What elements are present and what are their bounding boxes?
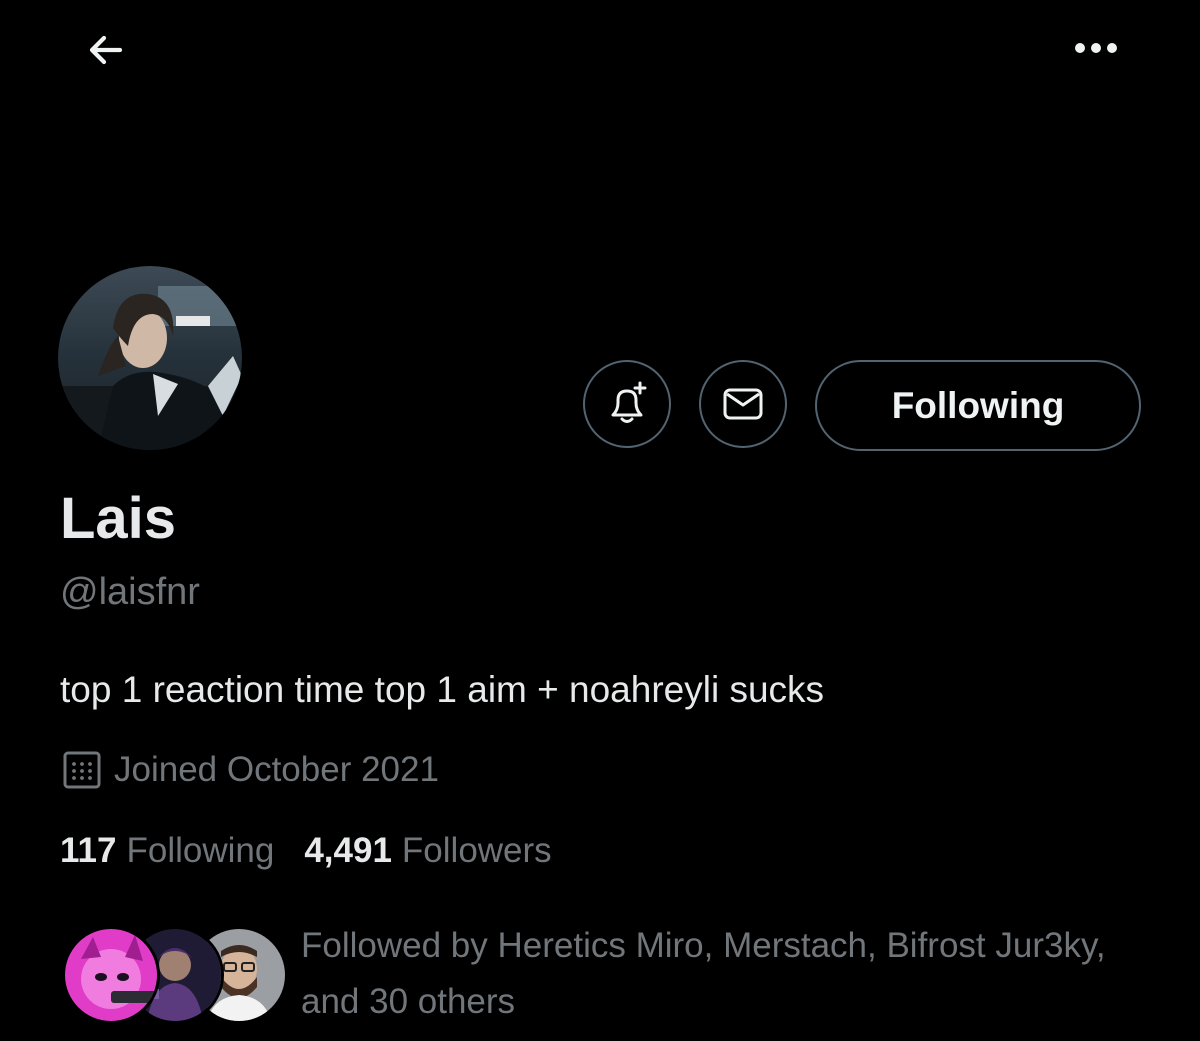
- calendar-icon: [60, 748, 104, 792]
- message-button[interactable]: [699, 360, 787, 448]
- followers-count: 4,491: [304, 831, 392, 870]
- following-button[interactable]: Following: [815, 360, 1141, 451]
- following-button-label: Following: [891, 384, 1065, 426]
- envelope-icon: [723, 388, 763, 420]
- username-handle: @laisfnr: [60, 571, 200, 613]
- followed-by-text[interactable]: Followed by Heretics Miro, Merstach, Bif…: [301, 918, 1161, 1030]
- profile-bio: top 1 reaction time top 1 aim + noahreyl…: [60, 669, 825, 710]
- following-stat-link[interactable]: 117 Following: [60, 828, 274, 874]
- mutual-followers-avatars[interactable]: [62, 926, 288, 1024]
- joined-text: Joined October 2021: [114, 750, 439, 789]
- back-button[interactable]: [78, 22, 134, 78]
- follow-stats: 117 Following 4,491 Followers: [60, 828, 552, 874]
- joined-date: Joined October 2021: [60, 746, 439, 794]
- following-count: 117: [60, 831, 117, 870]
- more-horizontal-icon: [1075, 43, 1117, 53]
- following-label: Following: [126, 831, 275, 870]
- followers-label: Followers: [401, 831, 552, 870]
- notifications-button[interactable]: [583, 360, 671, 448]
- more-options-button[interactable]: [1068, 22, 1124, 74]
- bell-plus-icon: [611, 381, 647, 423]
- followers-stat-link[interactable]: 4,491 Followers: [304, 828, 551, 874]
- arrow-left-icon: [89, 35, 123, 65]
- profile-avatar[interactable]: [58, 266, 242, 450]
- avatar: [62, 926, 160, 1024]
- display-name: Lais: [60, 486, 177, 551]
- top-bar: [0, 0, 1200, 100]
